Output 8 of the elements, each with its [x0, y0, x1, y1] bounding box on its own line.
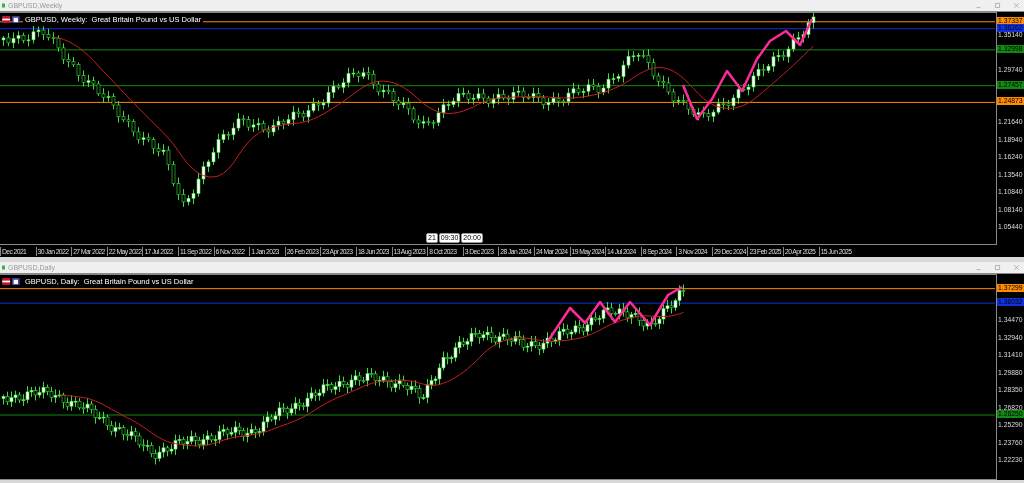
- chart-icon: [2, 264, 5, 271]
- close-icon[interactable]: [1013, 2, 1020, 9]
- maximize-icon[interactable]: [994, 264, 1001, 271]
- chart-icon: [2, 2, 5, 9]
- close-icon[interactable]: [1013, 264, 1020, 271]
- maximize-icon[interactable]: [994, 2, 1001, 9]
- flags-icon: [2, 16, 20, 23]
- flags-icon: [2, 278, 20, 285]
